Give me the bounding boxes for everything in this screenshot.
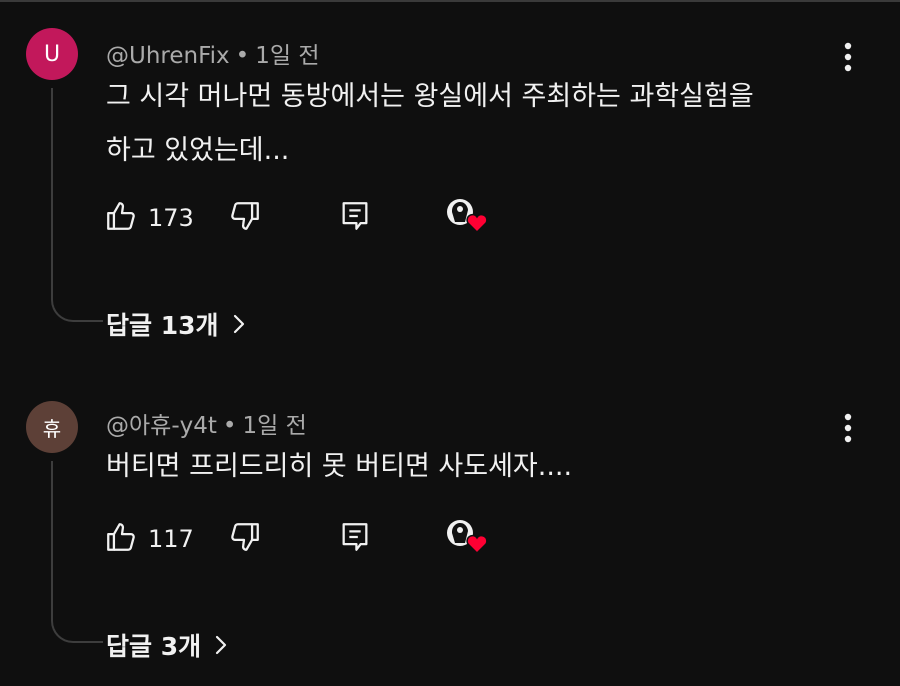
creator-heart-icon bbox=[444, 196, 490, 240]
thumbs-down-icon bbox=[228, 520, 262, 558]
dislike-button[interactable] bbox=[228, 519, 262, 559]
comment-actions: 117 bbox=[104, 519, 524, 559]
comment-author[interactable]: @UhrenFix bbox=[106, 43, 230, 69]
replies-label: 답글 13개 bbox=[106, 311, 219, 340]
view-replies-button[interactable]: 답글 3개 bbox=[106, 627, 227, 663]
comment-meta: @아휴-y4t • 1일 전 bbox=[106, 406, 307, 440]
comment-time[interactable]: 1일 전 bbox=[242, 413, 306, 439]
comment-time[interactable]: 1일 전 bbox=[255, 43, 319, 69]
chevron-right-icon bbox=[233, 313, 245, 335]
creator-heart[interactable] bbox=[444, 198, 490, 238]
comment-author[interactable]: @아휴-y4t bbox=[106, 413, 217, 439]
replies-label: 답글 3개 bbox=[106, 632, 202, 661]
reply-thread-line bbox=[51, 461, 103, 643]
avatar[interactable]: U bbox=[26, 28, 78, 80]
creator-heart[interactable] bbox=[444, 519, 490, 559]
thumbs-down-icon bbox=[228, 199, 262, 237]
like-count: 173 bbox=[148, 204, 194, 232]
creator-heart-icon bbox=[444, 517, 490, 561]
comment-text: 버티면 프리드리히 못 버티면 사도세자.... bbox=[106, 451, 573, 482]
avatar[interactable]: 휴 bbox=[26, 401, 78, 453]
like-button[interactable]: 173 bbox=[104, 198, 194, 238]
comment-text: 그 시각 머나먼 동방에서는 왕실에서 주최하는 과학실험을 하고 있었는데..… bbox=[106, 81, 754, 166]
top-divider bbox=[0, 0, 900, 2]
reply-icon bbox=[338, 520, 372, 558]
like-count: 117 bbox=[148, 525, 194, 553]
reply-icon bbox=[338, 199, 372, 237]
avatar-letter: U bbox=[43, 41, 61, 67]
comment-meta: @UhrenFix • 1일 전 bbox=[106, 36, 320, 70]
avatar-letter: 휴 bbox=[42, 416, 62, 441]
thumbs-up-icon bbox=[104, 199, 138, 237]
like-button[interactable]: 117 bbox=[104, 519, 194, 559]
comment-actions: 173 bbox=[104, 198, 524, 238]
chevron-right-icon bbox=[215, 634, 227, 656]
reply-button[interactable] bbox=[338, 519, 372, 559]
reply-button[interactable] bbox=[338, 198, 372, 238]
more-vert-icon[interactable] bbox=[836, 40, 860, 74]
view-replies-button[interactable]: 답글 13개 bbox=[106, 306, 245, 342]
meta-separator: • bbox=[235, 43, 250, 69]
more-vert-icon[interactable] bbox=[836, 411, 860, 445]
dislike-button[interactable] bbox=[228, 198, 262, 238]
reply-thread-line bbox=[51, 88, 103, 322]
meta-separator: • bbox=[222, 413, 237, 439]
thumbs-up-icon bbox=[104, 520, 138, 558]
